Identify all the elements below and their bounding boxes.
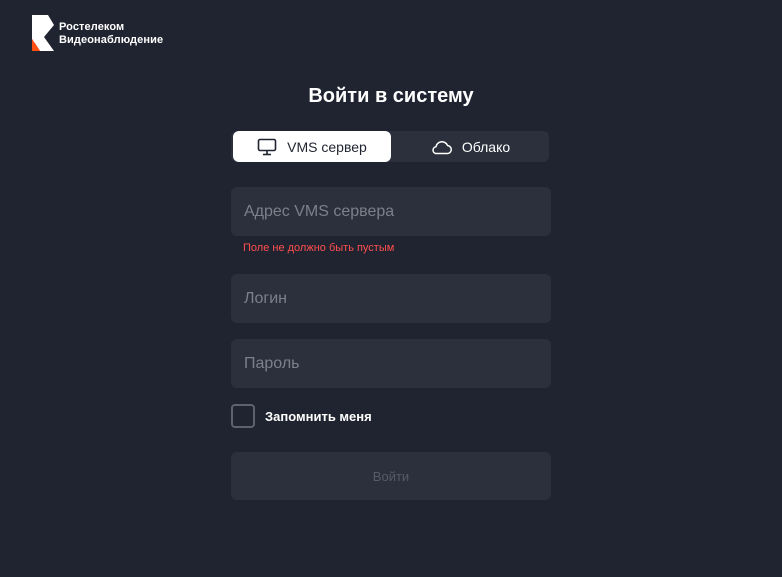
brand-line-1: Ростелеком	[59, 21, 125, 33]
tab-vms-server-label: VMS сервер	[287, 138, 367, 155]
remember-me-option[interactable]: Запомнить меня	[231, 404, 372, 428]
brand-name: Ростелеком Видеонаблюдение	[59, 21, 163, 47]
vms-server-address-input[interactable]	[231, 187, 551, 236]
connection-type-tabs: VMS сервер Облако	[231, 131, 549, 162]
password-input[interactable]	[231, 339, 551, 388]
login-submit-button[interactable]: Войти	[231, 452, 551, 500]
server-field-error: Поле не должно быть пустым	[243, 242, 395, 254]
tab-vms-server[interactable]: VMS сервер	[233, 131, 391, 162]
brand-logo: Ростелеком Видеонаблюдение	[32, 15, 163, 51]
page-title: Войти в систему	[308, 85, 474, 107]
remember-me-label: Запомнить меня	[265, 408, 372, 424]
login-input[interactable]	[231, 274, 551, 323]
cloud-icon	[430, 139, 452, 155]
login-page: Ростелеком Видеонаблюдение Войти в систе…	[0, 0, 782, 577]
brand-line-2: Видеонаблюдение	[59, 34, 164, 46]
remember-me-checkbox[interactable]	[231, 404, 255, 428]
rostelecom-logo-icon	[32, 15, 54, 51]
monitor-icon	[257, 138, 277, 156]
tab-cloud[interactable]: Облако	[391, 131, 549, 162]
tab-cloud-label: Облако	[461, 138, 511, 155]
